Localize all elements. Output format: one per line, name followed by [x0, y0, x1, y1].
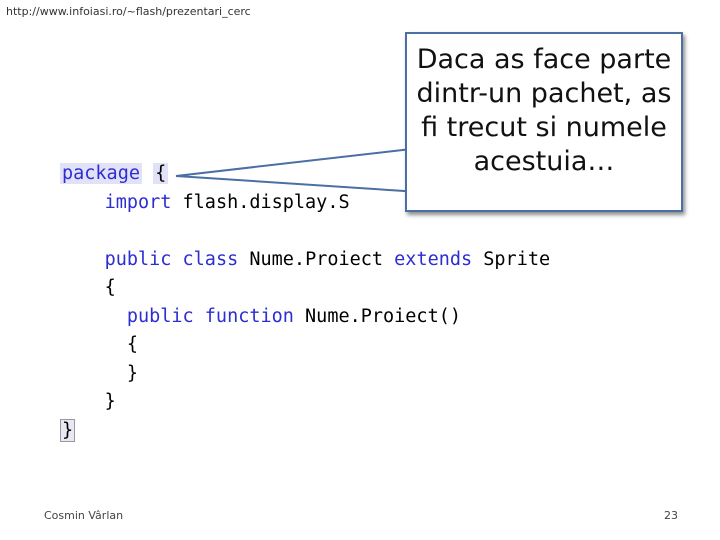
footer-author: Cosmin Vârlan [44, 509, 124, 522]
import-path: flash.display.S [182, 191, 350, 213]
callout-line-4: acestuia… [473, 146, 615, 177]
function-keyword: function [204, 305, 294, 327]
import-keyword: import [104, 191, 172, 213]
code-line-class-close: } [60, 388, 550, 417]
slide-page-number: 23 [664, 509, 678, 522]
class-close-brace: } [104, 391, 116, 412]
class-keyword: class [182, 248, 239, 270]
callout-line-2: dintr-un pachet, as [416, 78, 672, 109]
package-close-brace: } [60, 418, 76, 442]
code-line-constructor: public function Nume.Proiect() [60, 303, 550, 332]
code-line-class-decl: public class Nume.Proiect extends Sprite [60, 246, 551, 275]
callout-box: Daca as face parte dintr-un pachet, as f… [405, 32, 683, 212]
code-line-constructor-close: } [60, 360, 550, 389]
code-line-class-open: { [60, 274, 550, 303]
callout-line-3: fi trecut si numele [421, 112, 667, 143]
constructor-open-brace: { [126, 334, 138, 355]
class-open-brace: { [104, 277, 116, 298]
code-line-package-close: } [60, 417, 550, 446]
callout-line-1: Daca as face parte [416, 44, 672, 75]
package-open-brace: { [153, 163, 169, 184]
constructor-name: Nume.Proiect() [305, 305, 461, 327]
parent-class: Sprite [483, 248, 551, 270]
code-line-constructor-open: { [60, 331, 550, 360]
slide-url-header: http://www.infoiasi.ro/~flash/prezentari… [6, 5, 251, 18]
constructor-close-brace: } [126, 362, 138, 384]
extends-keyword: extends [394, 248, 473, 270]
constructor-public-keyword: public [126, 305, 194, 327]
class-name: Nume.Proiect [249, 248, 384, 270]
package-keyword: package [60, 163, 142, 184]
class-public-keyword: public [104, 248, 172, 270]
